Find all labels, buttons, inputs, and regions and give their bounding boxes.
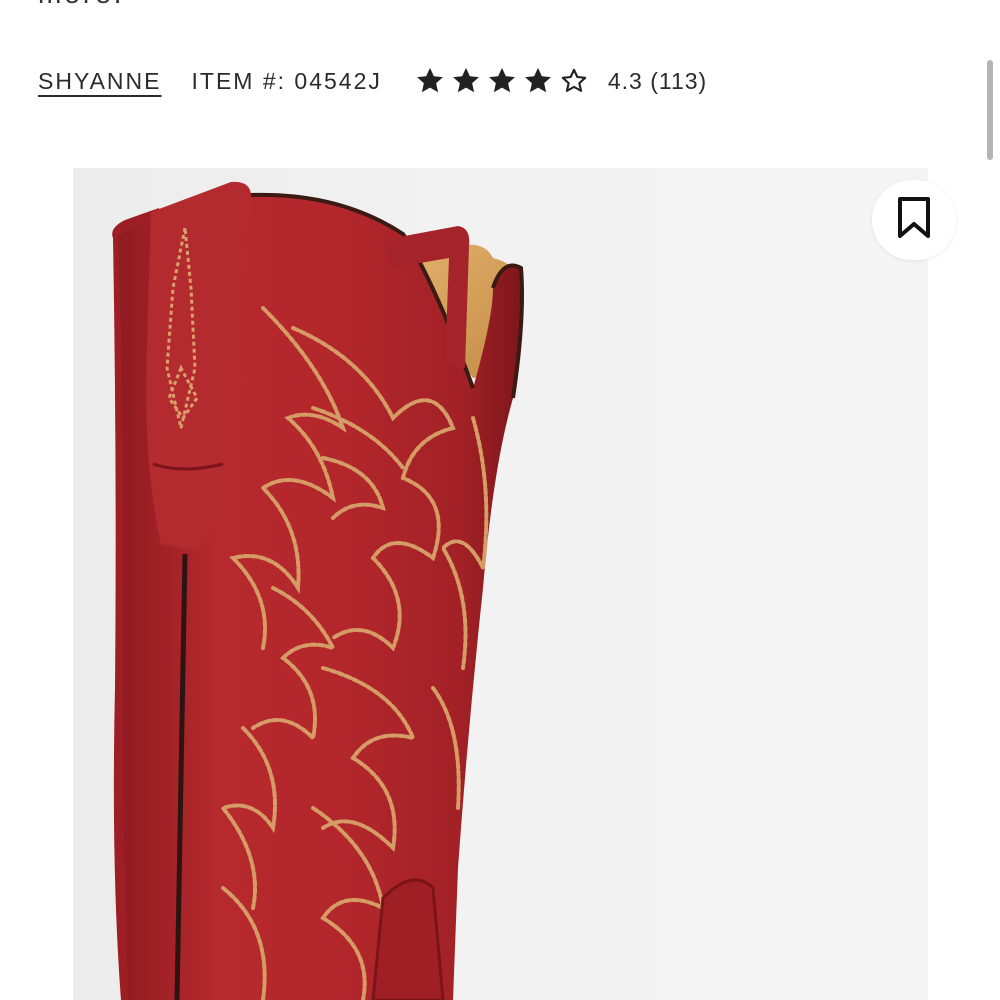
star-filled-icon: [522, 65, 554, 97]
star-outline-icon: [558, 65, 590, 97]
rating-count[interactable]: 4.3 (113): [608, 68, 707, 95]
product-image[interactable]: [73, 168, 928, 1000]
rating-stars[interactable]: [414, 65, 590, 97]
star-filled-icon: [486, 65, 518, 97]
red-cowboy-boot-icon: [112, 181, 524, 1000]
star-filled-icon: [414, 65, 446, 97]
product-meta-row: SHYANNE ITEM #: 04542J 4.3 (113): [38, 58, 707, 104]
bookmark-button[interactable]: [872, 180, 956, 260]
product-page: more. SHYANNE ITEM #: 04542J 4.3 (113): [0, 0, 1000, 1000]
description-tail: more.: [38, 0, 125, 10]
item-number: ITEM #: 04542J: [191, 67, 382, 94]
scrollbar[interactable]: [987, 60, 993, 160]
bookmark-icon: [896, 196, 932, 245]
brand-link[interactable]: SHYANNE: [38, 68, 162, 95]
star-filled-icon: [450, 65, 482, 97]
